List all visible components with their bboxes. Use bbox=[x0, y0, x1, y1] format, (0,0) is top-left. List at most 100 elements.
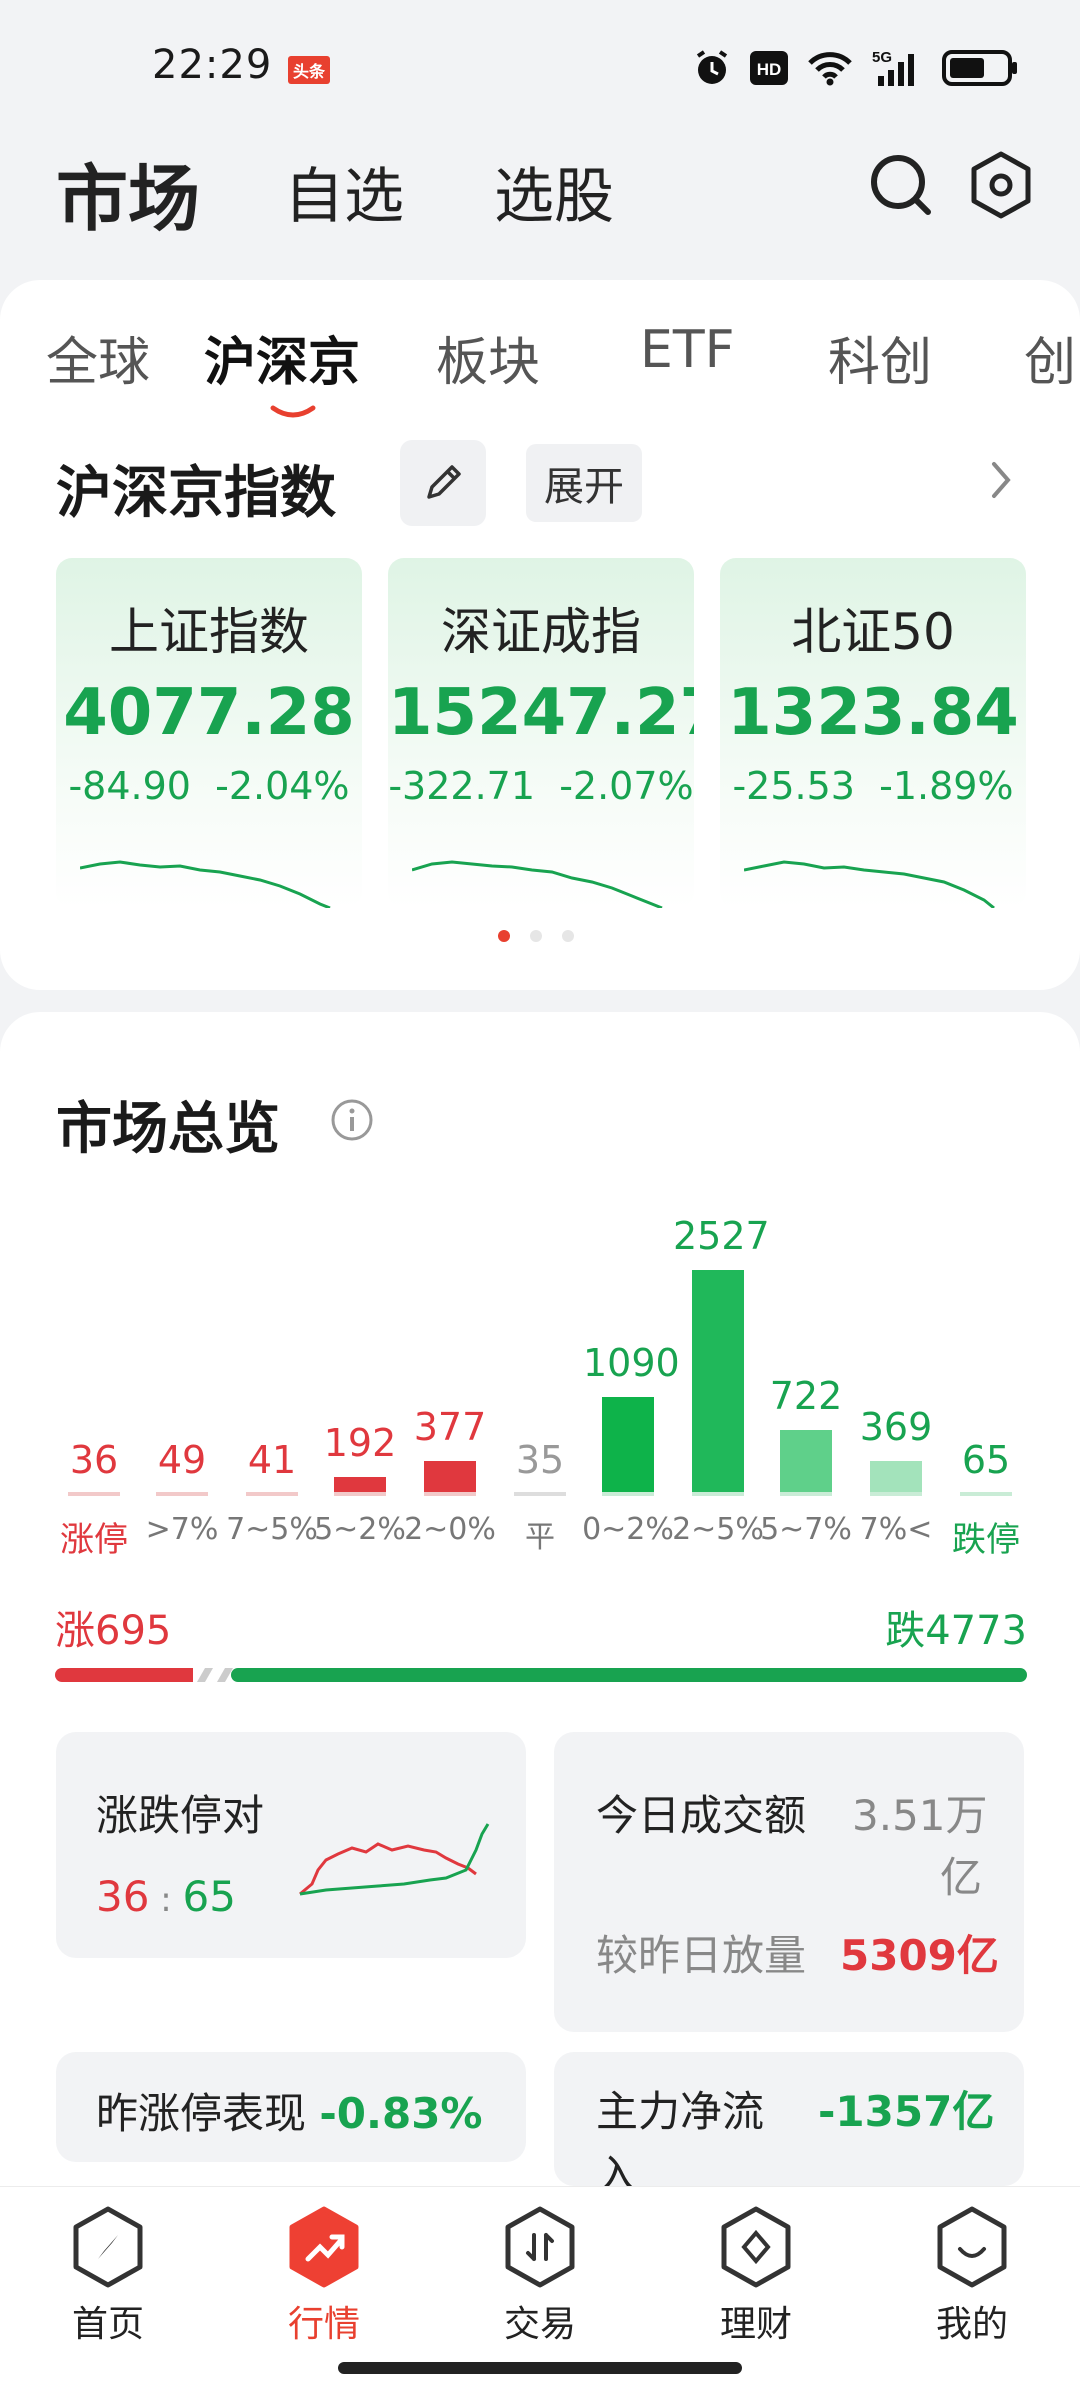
main-flow-value: -1357亿 bbox=[818, 2087, 995, 2136]
edit-button[interactable] bbox=[400, 440, 486, 526]
index-card-shenzhen[interactable]: 深证成指 15247.27 -322.71 -2.07% bbox=[388, 558, 694, 908]
nav-profile[interactable]: 我的 bbox=[892, 2205, 1052, 2347]
chart-category-label: 7~5% bbox=[226, 1512, 318, 1547]
chart-value-label: 35 bbox=[515, 1438, 565, 1482]
nav-label: 首页 bbox=[71, 2304, 144, 2345]
index-card-shanghai[interactable]: 上证指数 4077.28 -84.90 -2.04% bbox=[56, 558, 362, 908]
expand-button[interactable]: 展开 bbox=[526, 444, 642, 522]
tab-watchlist[interactable]: 自选 bbox=[284, 148, 404, 235]
chart-value-label: 49 bbox=[157, 1438, 207, 1482]
chart-category-label: 跌停 bbox=[952, 1520, 1020, 1560]
carousel-dots bbox=[498, 930, 574, 942]
subtab-chinext[interactable]: 创 bbox=[1024, 320, 1076, 395]
index-name: 北证50 bbox=[791, 603, 955, 661]
index-card-beijing50[interactable]: 北证50 1323.84 -25.53 -1.89% bbox=[720, 558, 1026, 908]
active-tab-indicator bbox=[270, 405, 316, 418]
chart-value-label: 1090 bbox=[583, 1341, 680, 1385]
trade-icon bbox=[505, 2206, 575, 2288]
nav-market[interactable]: 行情 bbox=[244, 2205, 404, 2347]
chart-value-label: 65 bbox=[961, 1438, 1011, 1482]
limit-pair-sparkline bbox=[299, 1823, 490, 1896]
hd-icon: HD bbox=[750, 51, 788, 85]
signal-5g-icon: 5G bbox=[872, 49, 914, 86]
turnover-compare-label: 较昨日放量 bbox=[596, 1931, 807, 1980]
index-value: 15247.27 bbox=[388, 676, 694, 750]
chart-category-label: 5~2% bbox=[314, 1512, 406, 1547]
subtab-global[interactable]: 全球 bbox=[46, 320, 150, 395]
chevron-right-icon[interactable] bbox=[990, 460, 1014, 500]
chart-bar bbox=[870, 1461, 922, 1494]
rise-fall-ratio-bar bbox=[55, 1668, 1027, 1682]
search-icon[interactable] bbox=[866, 150, 936, 220]
chart-baseline bbox=[960, 1492, 1012, 1496]
limit-pair-title: 涨跌停对 bbox=[96, 1791, 265, 1840]
chart-category-label: >7% bbox=[145, 1512, 219, 1547]
chart-baseline bbox=[780, 1492, 832, 1496]
nav-trade[interactable]: 交易 bbox=[460, 2205, 620, 2347]
subtab-etf[interactable]: ETF bbox=[640, 320, 735, 380]
turnover-card[interactable]: 今日成交额 3.51万 亿 较昨日放量 5309亿 bbox=[554, 1732, 1024, 2032]
chart-category-label: 2~0% bbox=[404, 1512, 496, 1547]
chart-baseline bbox=[156, 1492, 208, 1496]
chart-value-label: 41 bbox=[247, 1438, 297, 1482]
subtab-star-market[interactable]: 科创 bbox=[828, 320, 932, 395]
turnover-value: 3.51万 bbox=[852, 1791, 988, 1840]
chart-baseline bbox=[246, 1492, 298, 1496]
index-change: -25.53 -1.89% bbox=[732, 764, 1014, 808]
subtab-hushenjing[interactable]: 沪深京 bbox=[204, 320, 360, 395]
tab-market[interactable]: 市场 bbox=[56, 140, 200, 245]
chart-category-label: 2~5% bbox=[672, 1512, 764, 1547]
alarm-icon bbox=[696, 50, 728, 84]
index-change: -322.71 -2.07% bbox=[388, 764, 694, 808]
nav-home[interactable]: 首页 bbox=[28, 2205, 188, 2347]
info-icon[interactable] bbox=[330, 1098, 374, 1142]
nav-label: 交易 bbox=[503, 2304, 576, 2345]
profile-icon bbox=[937, 2206, 1007, 2288]
yesterday-limit-title: 昨涨停表现 -0.83% bbox=[96, 2089, 483, 2138]
overview-section-title: 市场总览 bbox=[56, 1097, 280, 1162]
nav-wealth[interactable]: 理财 bbox=[676, 2205, 836, 2347]
index-value: 1323.84 bbox=[727, 676, 1019, 750]
index-change: -84.90 -2.04% bbox=[68, 764, 350, 808]
chart-value-label: 192 bbox=[323, 1421, 397, 1465]
battery-icon bbox=[942, 50, 1017, 86]
chart-bar bbox=[424, 1461, 476, 1494]
subtab-sectors[interactable]: 板块 bbox=[436, 320, 540, 395]
chart-value-label: 722 bbox=[769, 1374, 843, 1418]
chart-value-label: 2527 bbox=[673, 1214, 770, 1258]
trend-icon bbox=[289, 2206, 359, 2288]
status-icons: HD 5G bbox=[692, 48, 1018, 88]
chart-value-label: 377 bbox=[413, 1405, 487, 1449]
chart-value-label: 369 bbox=[859, 1405, 933, 1449]
status-bar: 22:29 头条 HD 5G bbox=[0, 0, 1080, 130]
rise-fall-distribution-chart: 36 涨停 49 >7% 41 7~5% 192 5~2% 377 2~0% 35 平 1090 0~2%… bbox=[0, 1200, 1080, 1580]
chart-bar bbox=[602, 1397, 654, 1494]
tab-stock-picker[interactable]: 选股 bbox=[494, 148, 614, 235]
index-value: 4077.28 bbox=[63, 676, 355, 750]
index-sparkline bbox=[744, 860, 995, 908]
chart-category-label: 5~7% bbox=[760, 1512, 852, 1547]
chart-baseline bbox=[424, 1492, 476, 1496]
svg-text:5G: 5G bbox=[872, 49, 892, 66]
chart-category-label: 平 bbox=[525, 1520, 555, 1555]
index-name: 上证指数 bbox=[109, 603, 309, 661]
chart-value-label: 36 bbox=[69, 1438, 119, 1482]
market-header: 市场 自选 选股 bbox=[0, 140, 1080, 250]
yesterday-limit-card[interactable]: 昨涨停表现 -0.83% bbox=[56, 2052, 526, 2162]
settings-hex-icon[interactable] bbox=[966, 150, 1036, 220]
main-flow-title: 主力净流 bbox=[596, 2087, 765, 2136]
index-name: 深证成指 bbox=[441, 603, 641, 661]
chart-baseline bbox=[602, 1492, 654, 1496]
fall-count: 跌4773 bbox=[885, 1608, 1027, 1654]
wifi-icon bbox=[808, 52, 852, 86]
chart-baseline bbox=[692, 1492, 744, 1496]
home-indicator[interactable] bbox=[338, 2362, 742, 2374]
limit-pair-card[interactable]: 涨跌停对 36 : 65 bbox=[56, 1732, 526, 1958]
carousel-dot bbox=[530, 930, 542, 942]
chart-baseline bbox=[334, 1492, 386, 1496]
wealth-icon bbox=[721, 2206, 791, 2288]
chart-category-label: 涨停 bbox=[60, 1520, 128, 1560]
chart-bar bbox=[780, 1430, 832, 1494]
main-flow-card[interactable]: 主力净流 -1357亿 入 bbox=[554, 2052, 1024, 2200]
nav-label: 我的 bbox=[935, 2304, 1008, 2345]
